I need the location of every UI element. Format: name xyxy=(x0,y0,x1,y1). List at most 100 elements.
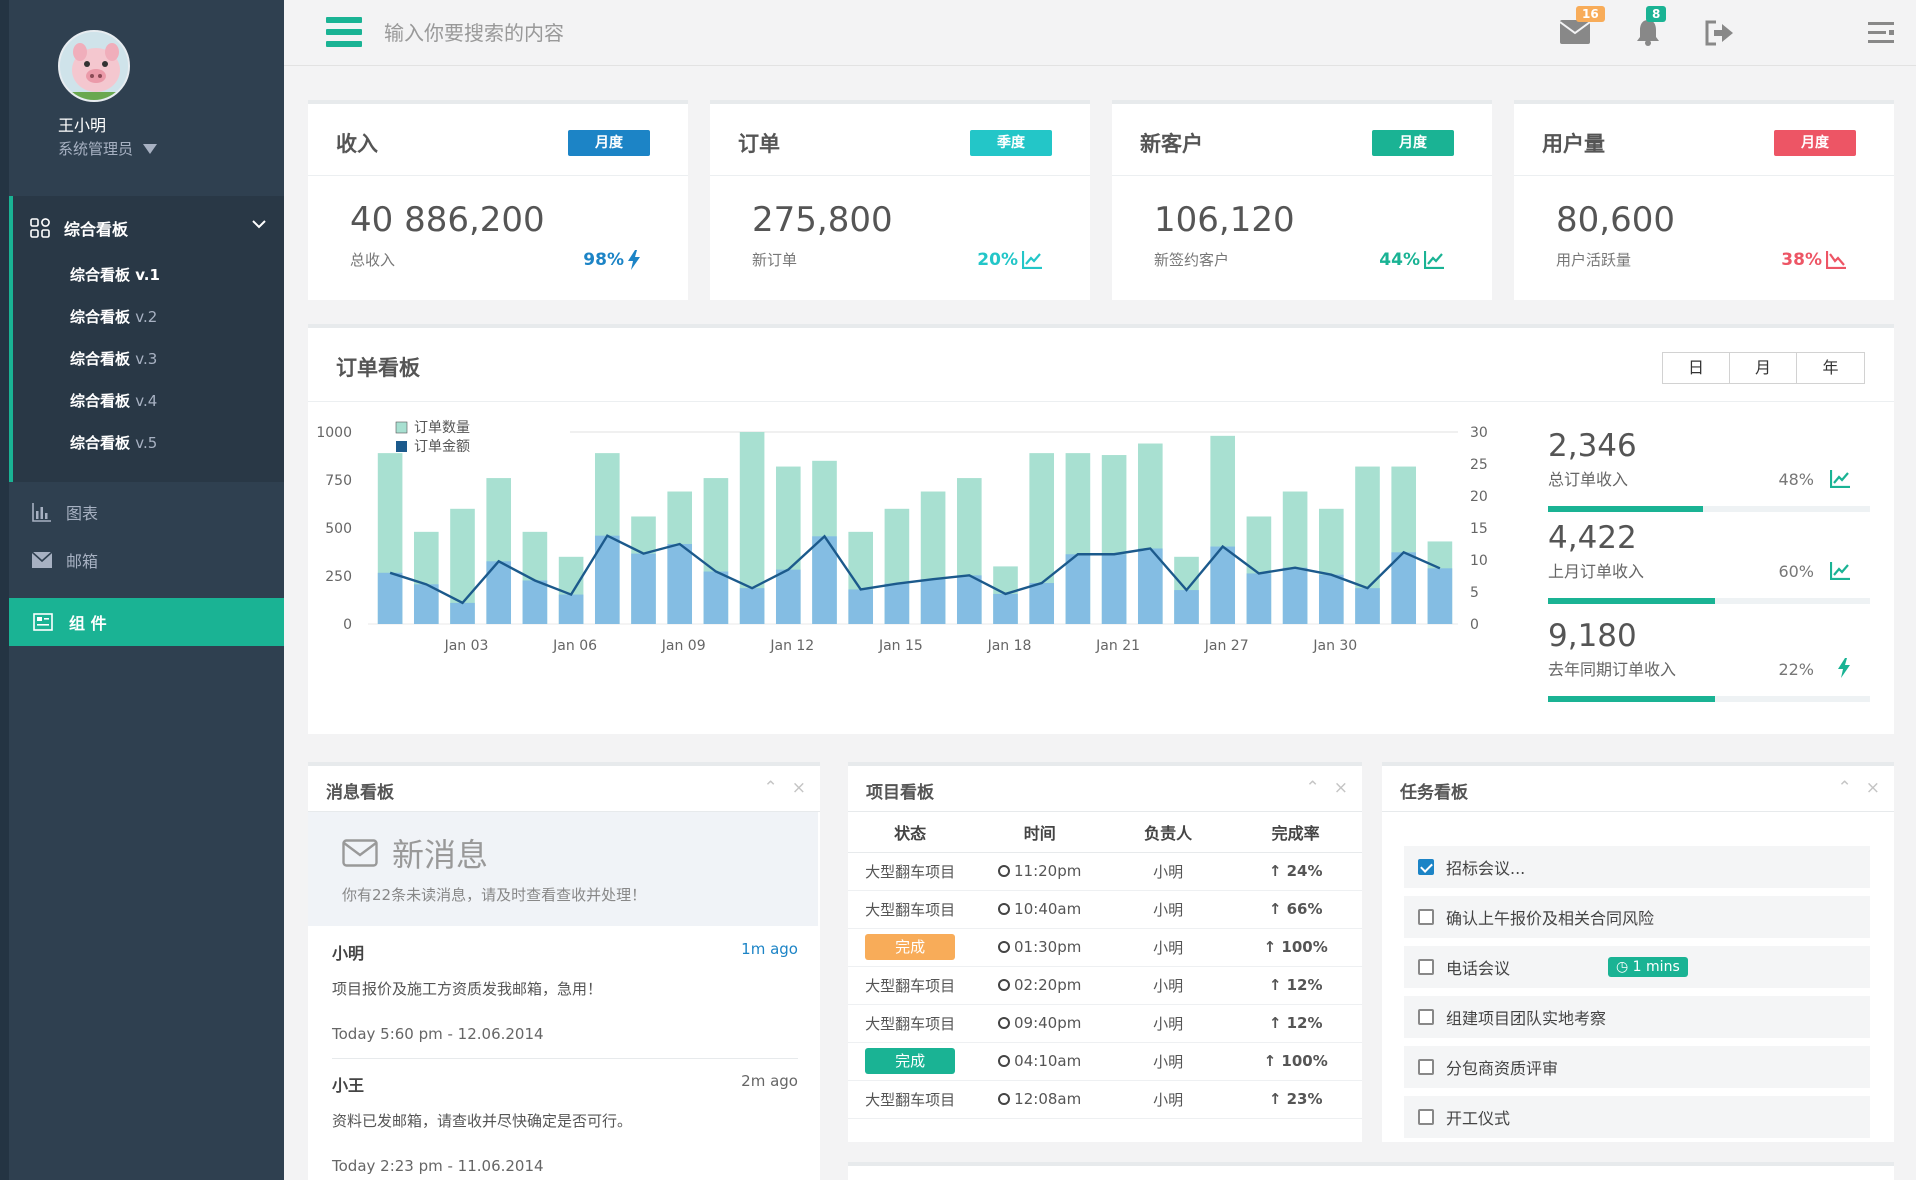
close-icon[interactable]: × xyxy=(1334,778,1348,798)
card-title: 收入 xyxy=(336,132,378,156)
nav-dashboard[interactable]: 综合看板 xyxy=(30,216,128,240)
chevron-down-icon[interactable] xyxy=(252,219,266,229)
message-item[interactable]: 小明 1m ago 项目报价及施工方资质发我邮箱，急用！ Today 5:60 … xyxy=(332,940,798,1043)
stat-value: 9,180 xyxy=(1548,618,1637,654)
clock-icon xyxy=(998,979,1010,991)
stat-percent: 48% xyxy=(1778,470,1814,489)
cell-status: 大型翻车项目 xyxy=(848,1004,973,1043)
task-checkbox[interactable] xyxy=(1418,859,1434,875)
line-chart-up-icon xyxy=(1830,562,1850,580)
card-percent-value: 98% xyxy=(583,250,624,270)
stat-progress-bar xyxy=(1548,598,1870,604)
new-messages-heading: 新消息 xyxy=(342,830,488,876)
cell-owner: 小明 xyxy=(1107,1042,1230,1081)
avatar[interactable] xyxy=(58,30,130,102)
new-messages-banner: 新消息 你有22条未读消息，请及时查看查收并处理！ xyxy=(308,812,818,926)
table-row[interactable]: 大型翻车项目 02:20pm 小明 ↑ 12% xyxy=(848,966,1362,1005)
stat-last-month-order-income: 4,422 上月订单收入 60% xyxy=(1548,520,1870,604)
cell-owner: 小明 xyxy=(1107,928,1230,967)
sign-out-icon[interactable] xyxy=(1704,20,1734,46)
x-tick-label: Jan 03 xyxy=(444,638,489,654)
legend-label: 订单数量 xyxy=(414,420,470,436)
y-right-tick-label: 30 xyxy=(1470,425,1488,441)
task-item[interactable]: 确认上午报价及相关合同风险 xyxy=(1404,896,1870,938)
user-role-dropdown[interactable]: 系统管理员 xyxy=(58,138,158,159)
table-row[interactable]: 大型翻车项目 09:40pm 小明 ↑ 12% xyxy=(848,1004,1362,1043)
search-input[interactable] xyxy=(384,18,884,48)
task-checkbox[interactable] xyxy=(1418,1109,1434,1125)
range-year-button[interactable]: 年 xyxy=(1797,353,1864,383)
cell-rate: ↑ 100% xyxy=(1229,928,1362,967)
arrow-up-icon: ↑ xyxy=(1268,1014,1287,1032)
panel-header: 任务看板 ⌃ × xyxy=(1382,766,1894,812)
nav-sub-name: 综合看板 xyxy=(70,392,131,410)
bar-order-amount xyxy=(1029,583,1055,624)
message-ago: 2m ago xyxy=(741,1072,798,1090)
orders-board-title: 订单看板 xyxy=(336,356,420,380)
table-row[interactable]: 大型翻车项目 10:40am 小明 ↑ 66% xyxy=(848,890,1362,929)
stat-label: 上月订单收入 xyxy=(1548,562,1645,581)
table-row[interactable]: 大型翻车项目 12:08am 小明 ↑ 23% xyxy=(848,1080,1362,1119)
nav-charts[interactable]: 图表 xyxy=(32,500,98,524)
close-icon[interactable]: × xyxy=(792,778,806,798)
task-text: 确认上午报价及相关合同风险 xyxy=(1446,909,1655,928)
nav-dashboard-v1[interactable]: 综合看板 v.1 xyxy=(70,264,160,285)
collapse-icon[interactable]: ⌃ xyxy=(764,778,778,798)
close-icon[interactable]: × xyxy=(1866,778,1880,798)
table-row[interactable]: 完成 01:30pm 小明 ↑ 100% xyxy=(848,928,1362,967)
caret-down-icon xyxy=(143,143,158,154)
menu-toggle-icon[interactable] xyxy=(326,17,362,47)
top-bar: 16 8 退出 xyxy=(284,0,1916,66)
task-checkbox[interactable] xyxy=(1418,1059,1434,1075)
collapse-icon[interactable]: ⌃ xyxy=(1838,778,1852,798)
bolt-icon xyxy=(1838,658,1850,678)
card-period-label: 月度 xyxy=(1774,130,1856,156)
table-row[interactable]: 大型翻车项目 11:20pm 小明 ↑ 24% xyxy=(848,852,1362,891)
card-percent-value: 44% xyxy=(1379,250,1420,270)
message-item[interactable]: 小王 2m ago 资料已发邮箱，请查收并尽快确定是否可行。 Today 2:2… xyxy=(332,1072,798,1175)
nav-dashboard-v3[interactable]: 综合看板 v.3 xyxy=(70,348,157,369)
bar-order-amount xyxy=(1065,554,1091,624)
stat-last-year-order-income: 9,180 去年同期订单收入 22% xyxy=(1548,618,1870,702)
collapse-icon[interactable]: ⌃ xyxy=(1306,778,1320,798)
bell-icon[interactable] xyxy=(1636,18,1660,46)
bar-order-amount xyxy=(775,569,801,624)
card-percent: 20% xyxy=(977,250,1042,270)
clock-icon xyxy=(998,941,1010,953)
mail-icon[interactable] xyxy=(1560,20,1590,44)
task-item[interactable]: 招标会议... xyxy=(1404,846,1870,888)
cell-rate: ↑ 66% xyxy=(1229,890,1362,929)
panel-title: 消息看板 xyxy=(326,783,394,803)
divider xyxy=(332,1058,798,1059)
card-percent: 38% xyxy=(1781,250,1846,270)
range-day-button[interactable]: 日 xyxy=(1663,353,1730,383)
cell-status: 大型翻车项目 xyxy=(848,966,973,1005)
panel-tools: ⌃ × xyxy=(1838,778,1881,798)
task-checkbox[interactable] xyxy=(1418,959,1434,975)
range-month-button[interactable]: 月 xyxy=(1730,353,1797,383)
table-row[interactable]: 完成 04:10am 小明 ↑ 100% xyxy=(848,1042,1362,1081)
nav-dashboard-v2[interactable]: 综合看板 v.2 xyxy=(70,306,157,327)
bar-order-amount xyxy=(413,584,439,624)
task-text: 招标会议... xyxy=(1446,859,1526,878)
task-text: 组建项目团队实地考察 xyxy=(1446,1009,1607,1028)
stat-total-order-income: 2,346 总订单收入 48% xyxy=(1548,428,1870,512)
line-chart-up-icon xyxy=(1424,251,1444,269)
nav-sub-version: v.4 xyxy=(135,392,158,410)
task-checkbox[interactable] xyxy=(1418,1009,1434,1025)
task-item[interactable]: 组建项目团队实地考察 xyxy=(1404,996,1870,1038)
y-left-tick-label: 500 xyxy=(325,521,352,537)
nav-widgets[interactable]: 组 件 xyxy=(9,598,284,646)
right-panel-toggle-icon[interactable] xyxy=(1868,22,1894,44)
bar-order-amount xyxy=(1318,574,1344,624)
bar-order-amount xyxy=(377,572,403,624)
nav-dashboard-v5[interactable]: 综合看板 v.5 xyxy=(70,432,157,453)
mail-count-badge: 16 xyxy=(1576,6,1605,22)
nav-mail[interactable]: 邮箱 xyxy=(32,548,98,572)
task-item[interactable]: 电话会议 ◷ 1 mins xyxy=(1404,946,1870,988)
task-item[interactable]: 分包商资质评审 xyxy=(1404,1046,1870,1088)
task-item[interactable]: 开工仪式 xyxy=(1404,1096,1870,1138)
panel-tools: ⌃ × xyxy=(764,778,807,798)
nav-dashboard-v4[interactable]: 综合看板 v.4 xyxy=(70,390,157,411)
task-checkbox[interactable] xyxy=(1418,909,1434,925)
